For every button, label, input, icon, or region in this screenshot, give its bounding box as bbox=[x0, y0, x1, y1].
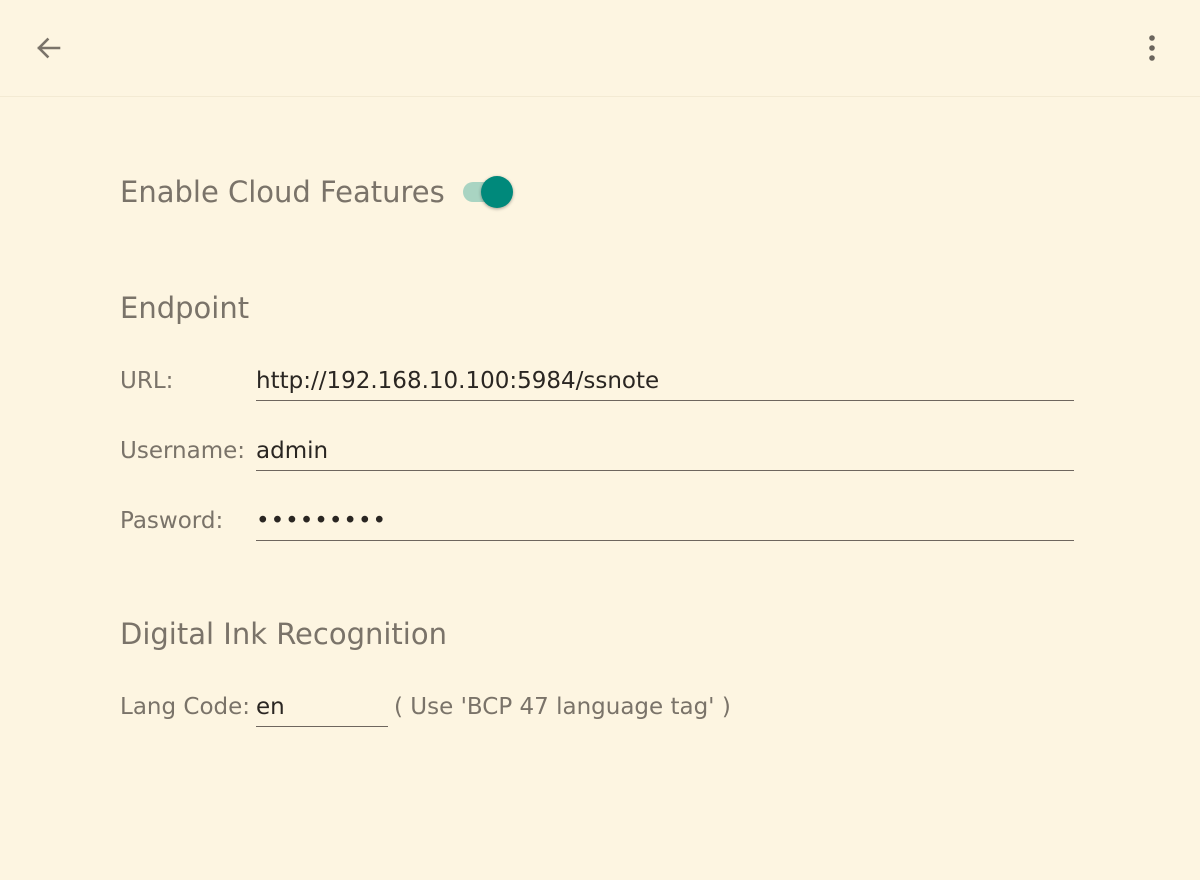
password-input[interactable] bbox=[256, 501, 1074, 541]
username-label: Username: bbox=[120, 438, 245, 464]
toggle-thumb bbox=[480, 176, 513, 208]
more-vert-icon bbox=[1149, 35, 1155, 61]
ink-section-title: Digital Ink Recognition bbox=[120, 617, 447, 651]
app-bar bbox=[0, 0, 1200, 97]
lang-code-input[interactable] bbox=[256, 687, 388, 727]
password-label: Pasword: bbox=[120, 508, 224, 534]
cloud-features-label: Enable Cloud Features bbox=[120, 175, 445, 209]
lang-code-hint: ( Use 'BCP 47 language tag' ) bbox=[394, 694, 731, 720]
url-label: URL: bbox=[120, 368, 174, 394]
cloud-features-toggle[interactable] bbox=[461, 170, 517, 214]
endpoint-section-title: Endpoint bbox=[120, 291, 250, 325]
lang-code-label: Lang Code: bbox=[120, 694, 251, 720]
arrow-back-icon bbox=[37, 37, 61, 59]
back-button[interactable] bbox=[28, 28, 68, 68]
username-input[interactable] bbox=[256, 431, 1074, 471]
url-input[interactable] bbox=[256, 361, 1074, 401]
cloud-features-row: Enable Cloud Features bbox=[120, 170, 517, 214]
overflow-menu-button[interactable] bbox=[1132, 28, 1172, 68]
